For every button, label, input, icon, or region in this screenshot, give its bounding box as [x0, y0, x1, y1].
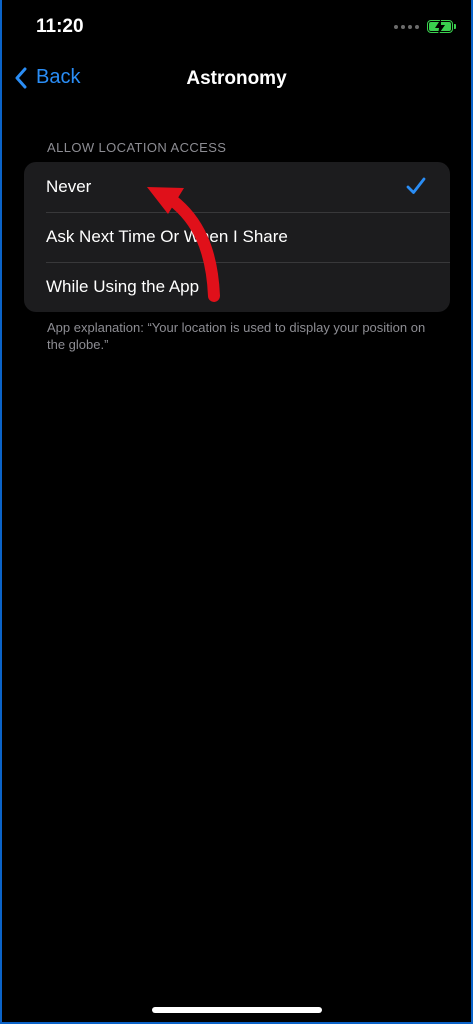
- option-never[interactable]: Never: [24, 162, 450, 212]
- status-icons: [394, 19, 456, 35]
- option-label: Ask Next Time Or When I Share: [46, 227, 288, 246]
- option-label: Never: [46, 177, 92, 196]
- charging-bolt-icon: [435, 19, 445, 35]
- section-header: ALLOW LOCATION ACCESS: [47, 140, 227, 155]
- screen: 11:20 Back Astronomy ALLOW LOCATION ACCE…: [2, 0, 471, 1022]
- home-indicator[interactable]: [152, 1007, 322, 1013]
- battery-icon: [427, 19, 456, 35]
- option-ask-next-time[interactable]: Ask Next Time Or When I Share: [24, 212, 450, 262]
- page-title: Astronomy: [186, 68, 287, 89]
- app-explanation-text: App explanation: “Your location is used …: [47, 320, 426, 352]
- option-label: While Using the App: [46, 277, 200, 296]
- signal-icon: [394, 24, 419, 29]
- checkmark-icon: [406, 177, 426, 194]
- option-while-using[interactable]: While Using the App: [24, 262, 450, 312]
- status-time: 11:20: [36, 16, 84, 37]
- location-options-list: Never Ask Next Time Or When I Share Whil…: [24, 162, 450, 312]
